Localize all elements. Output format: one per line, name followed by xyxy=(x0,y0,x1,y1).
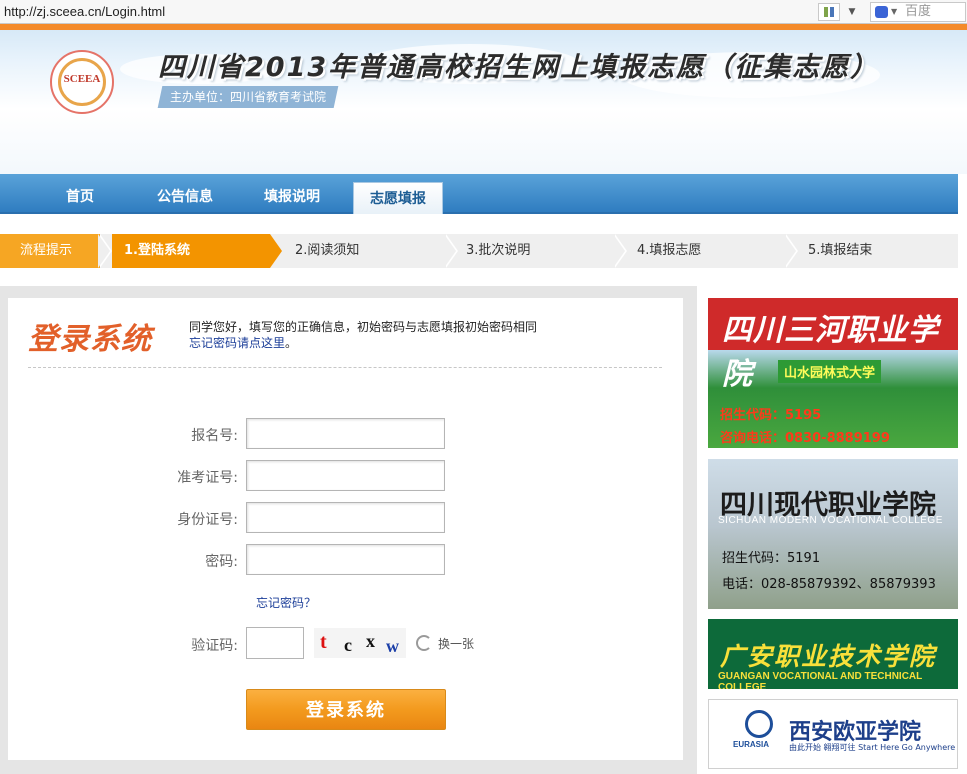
divider xyxy=(28,367,662,368)
ad-english-name: SICHUAN MODERN VOCATIONAL COLLEGE xyxy=(718,515,943,526)
step-hint: 流程提示 xyxy=(0,234,100,268)
step-read: 2.阅读须知 xyxy=(295,243,360,258)
step-fill: 4.填报志愿 xyxy=(637,243,702,258)
captcha-label: 验证码: xyxy=(191,638,238,654)
password-label: 密码: xyxy=(205,554,238,570)
registration-number-label: 报名号: xyxy=(191,428,238,444)
step-batch: 3.批次说明 xyxy=(466,243,531,258)
id-number-label: 身份证号: xyxy=(177,512,238,528)
step-separator xyxy=(444,234,460,268)
forgot-password-link[interactable]: 忘记密码请点这里 xyxy=(189,336,285,350)
nav-instructions[interactable]: 填报说明 xyxy=(250,174,334,214)
browser-address-bar: http://zj.sceea.cn/Login.html ▼ ▼ 百度 xyxy=(0,0,967,24)
sponsor-text: 主办单位：四川省教育考试院 xyxy=(170,90,327,104)
ad-modern-college[interactable]: 四川现代职业学院 SICHUAN MODERN VOCATIONAL COLLE… xyxy=(708,459,958,609)
ad-eurasia-college[interactable]: EURASIA 西安欧亚学院 由此开始 翱翔可往 Start Here Go A… xyxy=(708,699,958,769)
admission-ticket-label: 准考证号: xyxy=(177,470,238,486)
nav-announcements[interactable]: 公告信息 xyxy=(145,174,225,214)
refresh-icon[interactable] xyxy=(416,635,432,651)
compat-view-icon[interactable] xyxy=(818,3,840,21)
step-separator xyxy=(784,234,800,268)
id-number-input[interactable] xyxy=(246,502,445,533)
ad-title: 广安职业技术学院 xyxy=(720,642,937,671)
process-steps: 流程提示 1.登陆系统 2.阅读须知 3.批次说明 4.填报志愿 5.填报结束 xyxy=(0,234,958,268)
eurasia-logo-icon xyxy=(745,710,773,738)
search-box[interactable]: ▼ 百度 xyxy=(870,2,966,22)
search-placeholder[interactable]: 百度 xyxy=(905,3,931,21)
login-button[interactable]: 登录系统 xyxy=(246,689,446,730)
ad-sanhe-college[interactable]: 四川三河职业学院 山水园林式大学 招生代码：5195 咨询电话：0830-888… xyxy=(708,298,958,448)
baidu-paw-icon xyxy=(875,6,888,18)
step-separator xyxy=(613,234,629,268)
site-logo[interactable]: SCEEA xyxy=(50,50,114,114)
intro-end: 。 xyxy=(285,336,298,350)
captcha-char: x xyxy=(366,631,375,651)
nav-apply[interactable]: 志愿填报 xyxy=(353,182,443,214)
step-login: 1.登陆系统 xyxy=(112,234,282,268)
ad-code: 招生代码：5195 xyxy=(720,408,822,423)
captcha-char: c xyxy=(344,635,352,655)
ad-guangan-college[interactable]: 广安职业技术学院 GUANGAN VOCATIONAL AND TECHNICA… xyxy=(708,619,958,689)
refresh-captcha-link[interactable]: 换一张 xyxy=(438,635,474,652)
ad-phone: 咨询电话：0830-8889199 xyxy=(720,431,890,446)
captcha-input[interactable] xyxy=(246,627,304,659)
page-title: 四川省2013年普通高校招生网上填报志愿（征集志愿） xyxy=(158,52,880,83)
password-input[interactable] xyxy=(246,544,445,575)
intro-text: 同学您好，填写您的正确信息，初始密码与志愿填报初始密码相同 xyxy=(189,320,538,334)
ad-code: 招生代码：5191 xyxy=(722,551,821,566)
forgot-password-link[interactable]: 忘记密码？ xyxy=(256,594,316,611)
nav-home[interactable]: 首页 xyxy=(40,174,120,214)
registration-number-input[interactable] xyxy=(246,418,445,449)
ad-english-name: GUANGAN VOCATIONAL AND TECHNICAL COLLEGE xyxy=(718,671,923,689)
url-field[interactable]: http://zj.sceea.cn/Login.html xyxy=(4,2,864,22)
login-intro: 同学您好，填写您的正确信息，初始密码与志愿填报初始密码相同 忘记密码请点这里。 xyxy=(189,319,537,351)
ad-phone: 电话：028-85879392、85879393 xyxy=(722,577,936,592)
captcha-char: t xyxy=(320,631,327,653)
chevron-down-icon[interactable]: ▼ xyxy=(843,3,861,21)
sponsor-label: 主办单位：四川省教育考试院 xyxy=(157,86,339,108)
step-login-label: 1.登陆系统 xyxy=(124,243,190,258)
chevron-down-icon[interactable]: ▼ xyxy=(891,4,897,20)
step-end: 5.填报结束 xyxy=(808,243,873,258)
logo-text: SCEEA xyxy=(63,73,101,85)
ad-subtitle: 山水园林式大学 xyxy=(778,360,882,383)
admission-ticket-input[interactable] xyxy=(246,460,445,491)
login-heading: 登录系统 xyxy=(28,322,152,357)
ad-slogan: 由此开始 翱翔可往 Start Here Go Anywhere xyxy=(789,743,956,752)
captcha-image[interactable]: t c x w xyxy=(314,628,406,658)
ad-logo-text: EURASIA xyxy=(733,740,770,749)
main-nav: 首页 公告信息 填报说明 志愿填报 xyxy=(0,174,958,214)
captcha-char: w xyxy=(386,636,399,656)
